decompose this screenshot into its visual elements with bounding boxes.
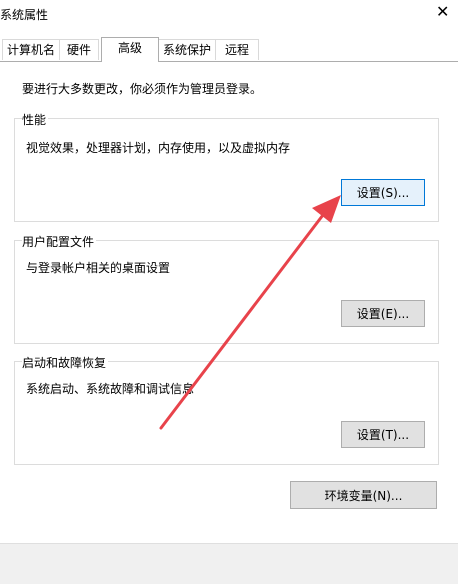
tab-advanced[interactable]: 高级	[101, 37, 159, 62]
annotation-arrow	[159, 195, 341, 430]
arrow-shaft	[159, 209, 328, 430]
arrow-head	[312, 195, 341, 223]
